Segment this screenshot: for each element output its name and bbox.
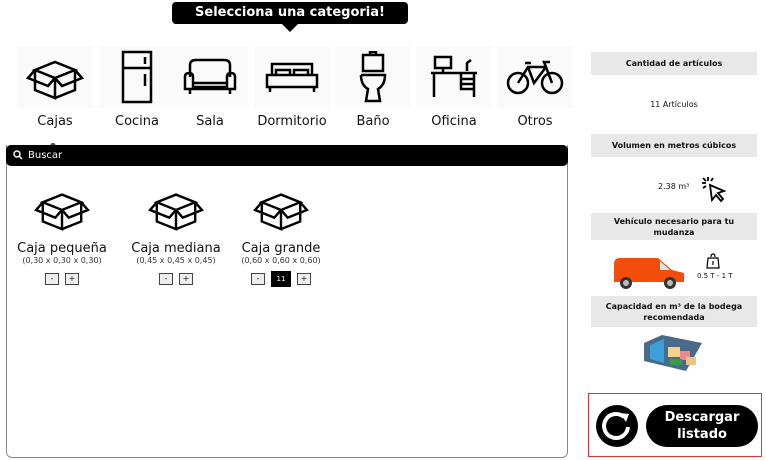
item-dimensions: (0,45 x 0,45 x 0,45) (136, 256, 216, 265)
download-list-button[interactable]: Descargar listado (646, 405, 758, 447)
category-label: Oficina (431, 114, 477, 129)
decrement-button[interactable]: - (251, 273, 265, 285)
box-icon (253, 193, 309, 231)
search-icon (13, 150, 23, 160)
item-dimensions: (0,60 x 0,60 x 0,60) (241, 256, 321, 265)
category-label: Otros (517, 114, 553, 129)
category-cajas[interactable]: Cajas (17, 46, 93, 129)
category-oficina[interactable]: Oficina (416, 46, 492, 129)
increment-button[interactable]: + (65, 273, 79, 285)
vehicle-heading: Vehículo necesario para tu mudanza (591, 213, 757, 240)
refresh-icon (602, 411, 630, 440)
category-dormitorio[interactable]: Dormitorio (254, 46, 330, 129)
category-label: Dormitorio (257, 114, 327, 129)
item-card: Caja grande (0,60 x 0,60 x 0,60) -11 + (226, 185, 336, 287)
vehicle-capacity: 0.5 T - 1 T (697, 272, 733, 280)
item-name: Caja grande (241, 241, 321, 256)
volume-value: 2.38 m³ (658, 182, 690, 191)
toilet-icon (335, 46, 411, 108)
search-input[interactable]: Buscar (6, 145, 568, 166)
category-otros[interactable]: Otros (497, 46, 573, 129)
sofa-icon (172, 46, 248, 108)
storage-heading: Capacidad en m³ de la bodega recomendada (591, 296, 757, 327)
category-label: Sala (196, 114, 224, 129)
category-label: Baño (356, 114, 390, 129)
bed-icon (254, 46, 330, 108)
decrement-button[interactable]: - (45, 273, 59, 285)
item-card: Caja pequeña (0,30 x 0,30 x 0,30) - + (7, 185, 117, 285)
desk-icon (416, 46, 492, 108)
box-icon (17, 46, 93, 108)
van-icon (614, 258, 684, 289)
box-icon (34, 193, 90, 231)
category-label: Cocina (115, 114, 159, 129)
volume-heading: Volumen en metros cúbicos (591, 134, 757, 157)
category-bano[interactable]: Baño (335, 46, 411, 129)
item-name: Caja pequeña (17, 241, 107, 256)
click-cursor-icon (702, 177, 727, 203)
decrement-button[interactable]: - (159, 273, 173, 285)
category-label: Cajas (37, 114, 73, 129)
quantity-value[interactable]: 11 (271, 271, 291, 287)
category-sala[interactable]: Sala (172, 46, 248, 129)
item-card: Caja mediana (0,45 x 0,45 x 0,45) - + (121, 185, 231, 285)
category-tooltip: Selecciona una categoria! (172, 2, 408, 32)
item-name: Caja mediana (131, 241, 221, 256)
increment-button[interactable]: + (179, 273, 193, 285)
count-value: 11 Artículos (650, 100, 698, 109)
box-icon (148, 193, 204, 231)
bicycle-icon (497, 46, 573, 108)
weight-icon (706, 253, 720, 269)
reset-button[interactable] (596, 405, 638, 447)
category-cocina[interactable]: Cocina (99, 46, 175, 129)
fridge-icon (99, 46, 175, 108)
count-heading: Cantidad de artículos (591, 52, 757, 75)
item-dimensions: (0,30 x 0,30 x 0,30) (22, 256, 102, 265)
increment-button[interactable]: + (297, 273, 311, 285)
storage-unit-icon (644, 335, 702, 371)
search-placeholder: Buscar (28, 150, 63, 161)
